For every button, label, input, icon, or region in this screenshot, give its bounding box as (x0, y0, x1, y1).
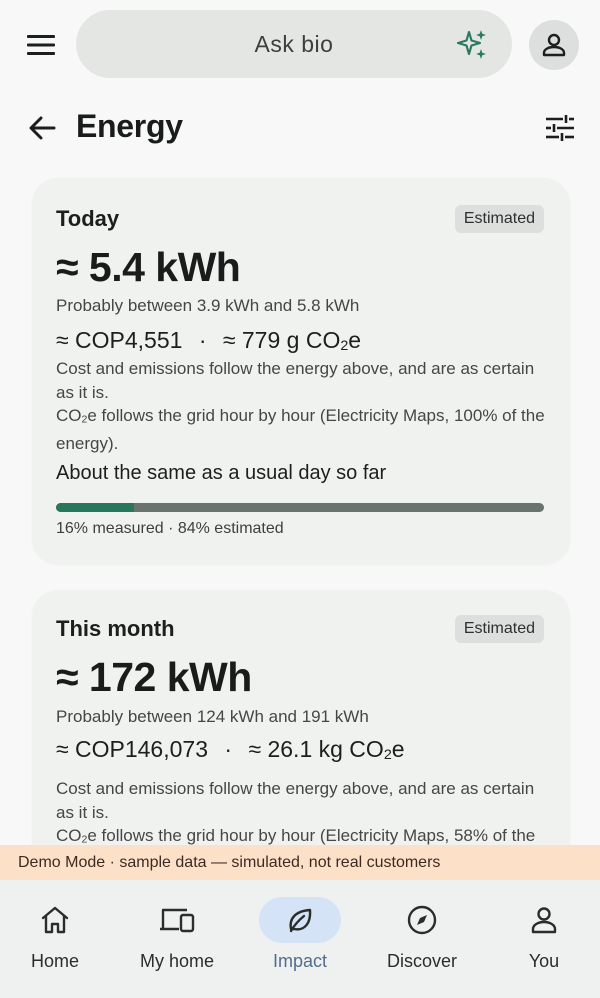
cost-value: ≈ COP146,073 (56, 736, 208, 762)
cost-emissions-line: ≈ COP4,551 · ≈ 779 g CO2e (56, 327, 361, 354)
measured-progress-bar (56, 503, 544, 512)
leaf-icon (289, 908, 312, 933)
emissions-prefix: ≈ 779 g CO (222, 327, 341, 353)
page-header: Energy (0, 96, 600, 160)
bottom-navigation: Home My home Impact Discover You (0, 880, 600, 998)
emissions-suffix: e (348, 327, 362, 353)
estimated-badge: Estimated (454, 615, 544, 643)
home-icon (41, 906, 69, 934)
back-button[interactable] (22, 108, 62, 148)
account-icon (542, 33, 566, 57)
demo-mode-banner: Demo Mode · sample data — simulated, not… (0, 845, 600, 880)
note-line-1: Cost and emissions follow the energy abo… (56, 779, 535, 822)
emissions-value: ≈ 779 g CO2e (222, 327, 362, 354)
account-button[interactable] (529, 20, 579, 70)
certainty-note: Cost and emissions follow the energy abo… (56, 357, 550, 456)
nav-you[interactable]: You (489, 897, 599, 989)
emissions-value: ≈ 26.1 kg CO2e (248, 736, 405, 764)
nav-label: My home (139, 951, 215, 971)
person-icon (531, 907, 557, 934)
nav-discover[interactable]: Discover (367, 897, 477, 989)
tune-icon (546, 115, 574, 141)
nav-home-pill (14, 897, 96, 943)
filter-button[interactable] (538, 108, 582, 148)
compass-icon (407, 905, 437, 935)
note-co2-prefix: CO (56, 826, 82, 845)
nav-you-pill (503, 897, 585, 943)
cost-value: ≈ COP4,551 (56, 327, 183, 353)
note-co2-prefix: CO (56, 406, 82, 425)
devices-icon (160, 908, 195, 933)
search-placeholder: Ask bio (254, 30, 334, 57)
cost-emissions-line: ≈ COP146,073 · ≈ 26.1 kg CO2e (56, 736, 405, 763)
separator: · (224, 736, 233, 762)
comparison-text: About the same as a usual day so far (56, 462, 387, 484)
menu-button[interactable] (20, 26, 62, 64)
emissions-prefix: ≈ 26.1 kg CO (248, 736, 384, 762)
energy-range: Probably between 3.9 kWh and 5.8 kWh (56, 296, 360, 315)
note-co2-rest: e follows the grid hour by hour (Electri… (56, 406, 545, 454)
nav-discover-pill (381, 897, 463, 943)
nav-impact-pill (259, 897, 341, 943)
today-card[interactable]: Today Estimated ≈ 5.4 kWh Probably betwe… (32, 178, 570, 564)
energy-value: ≈ 172 kWh (56, 654, 252, 700)
nav-my-home-pill (136, 897, 218, 943)
energy-value: ≈ 5.4 kWh (56, 244, 241, 290)
nav-my-home[interactable]: My home (122, 897, 232, 989)
progress-label: 16% measured · 84% estimated (56, 520, 284, 537)
measured-fill (56, 503, 135, 512)
back-arrow-icon (29, 116, 56, 140)
page-title: Energy (76, 108, 183, 144)
menu-icon (27, 35, 55, 55)
nav-home[interactable]: Home (0, 897, 110, 989)
energy-range: Probably between 124 kWh and 191 kWh (56, 707, 369, 726)
nav-label: Home (30, 951, 79, 971)
emissions-suffix: e (391, 736, 405, 762)
note-line-1: Cost and emissions follow the energy abo… (56, 359, 535, 402)
top-bar: Ask bio (0, 0, 600, 90)
sparkle-icon[interactable] (456, 28, 490, 62)
emissions-subscript: 2 (383, 747, 392, 764)
estimated-badge: Estimated (454, 205, 544, 233)
note-line-2: CO2e follows the grid hour by hour (Elec… (56, 404, 550, 456)
separator: · (198, 327, 207, 353)
nav-label: Discover (386, 951, 457, 971)
card-title: Today (56, 206, 120, 231)
nav-label: Impact (272, 951, 328, 971)
search-bar[interactable]: Ask bio (76, 10, 512, 78)
card-title: This month (56, 616, 175, 641)
nav-label: You (528, 951, 560, 971)
nav-impact[interactable]: Impact (245, 897, 355, 989)
